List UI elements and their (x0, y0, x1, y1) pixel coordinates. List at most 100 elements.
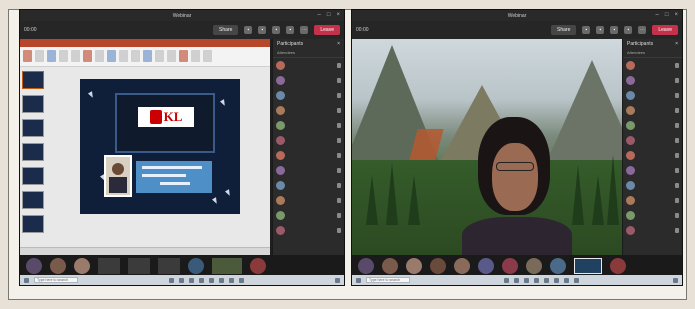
slide-thumbnail[interactable] (22, 143, 44, 161)
ribbon-button[interactable] (47, 50, 56, 62)
participant-tile[interactable] (430, 258, 446, 274)
people-icon[interactable]: ▪ (610, 26, 619, 34)
participant-item[interactable] (623, 208, 682, 223)
windows-start-icon[interactable] (356, 277, 361, 283)
participant-item[interactable] (623, 163, 682, 178)
participant-tile[interactable] (212, 258, 242, 274)
participant-tile[interactable] (188, 258, 204, 274)
left-leave-button[interactable]: Leave (314, 25, 340, 35)
participant-item[interactable] (273, 178, 344, 193)
people-icon[interactable]: ▪ (272, 26, 281, 34)
participant-tile[interactable] (158, 258, 180, 274)
camera-icon[interactable]: ▪ (582, 26, 591, 34)
more-icon[interactable]: ⋯ (638, 26, 647, 34)
participant-tile[interactable] (382, 258, 398, 274)
participant-tile[interactable] (502, 258, 518, 274)
participant-item[interactable] (623, 133, 682, 148)
ribbon-button[interactable] (95, 50, 104, 62)
taskbar-app-icon[interactable] (564, 277, 569, 283)
participant-item[interactable] (623, 58, 682, 73)
taskbar-app-icon[interactable] (574, 277, 579, 283)
ribbon-button[interactable] (107, 50, 116, 62)
mic-icon[interactable]: ▪ (596, 26, 605, 34)
chat-icon[interactable]: ▪ (286, 26, 295, 34)
shared-screen-tile[interactable] (574, 258, 602, 274)
participant-item[interactable] (623, 103, 682, 118)
minimize-icon[interactable]: – (656, 12, 659, 18)
participant-tile[interactable] (478, 258, 494, 274)
slide-thumbnail[interactable] (22, 119, 44, 137)
windows-start-icon[interactable] (24, 277, 29, 283)
close-panel-icon[interactable]: × (337, 41, 340, 47)
taskbar-app-icon[interactable] (179, 277, 184, 283)
ribbon-button[interactable] (179, 50, 188, 62)
participant-item[interactable] (623, 148, 682, 163)
slide-thumbnail[interactable] (22, 167, 44, 185)
ribbon-button[interactable] (71, 50, 80, 62)
right-share-button[interactable]: Share (551, 25, 577, 35)
participant-item[interactable] (623, 223, 682, 238)
ribbon-button[interactable] (35, 50, 44, 62)
close-icon[interactable]: × (336, 12, 340, 18)
taskbar-app-icon[interactable] (524, 277, 529, 283)
mic-icon[interactable]: ▪ (258, 26, 267, 34)
participant-item[interactable] (273, 148, 344, 163)
taskbar-app-icon[interactable] (229, 277, 234, 283)
ribbon-button[interactable] (131, 50, 140, 62)
taskbar-app-icon[interactable] (169, 277, 174, 283)
maximize-icon[interactable]: □ (665, 12, 669, 18)
participant-item[interactable] (623, 118, 682, 133)
taskbar-app-icon[interactable] (544, 277, 549, 283)
participant-item[interactable] (273, 58, 344, 73)
slide-thumbnail[interactable] (22, 71, 44, 89)
ribbon-button[interactable] (59, 50, 68, 62)
participant-tile[interactable] (358, 258, 374, 274)
taskbar-app-icon[interactable] (239, 277, 244, 283)
ribbon-button[interactable] (155, 50, 164, 62)
taskbar-app-icon[interactable] (504, 277, 509, 283)
participant-item[interactable] (273, 208, 344, 223)
taskbar-app-icon[interactable] (514, 277, 519, 283)
participant-item[interactable] (273, 88, 344, 103)
participant-tile[interactable] (128, 258, 150, 274)
participant-item[interactable] (273, 73, 344, 88)
system-tray-icon[interactable] (335, 277, 340, 283)
close-panel-icon[interactable]: × (675, 41, 678, 47)
participant-tile[interactable] (98, 258, 120, 274)
participant-tile[interactable] (406, 258, 422, 274)
participant-item[interactable] (273, 103, 344, 118)
participant-tile[interactable] (50, 258, 66, 274)
participant-tile[interactable] (250, 258, 266, 274)
ribbon-button[interactable] (143, 50, 152, 62)
ribbon-button[interactable] (191, 50, 200, 62)
right-leave-button[interactable]: Leave (652, 25, 678, 35)
ribbon-button[interactable] (119, 50, 128, 62)
participant-item[interactable] (623, 73, 682, 88)
taskbar-search-box[interactable]: Type here to search (34, 277, 78, 283)
taskbar-app-icon[interactable] (534, 277, 539, 283)
participant-tile[interactable] (526, 258, 542, 274)
taskbar-app-icon[interactable] (189, 277, 194, 283)
taskbar-app-icon[interactable] (219, 277, 224, 283)
ribbon-button[interactable] (167, 50, 176, 62)
participant-tile[interactable] (26, 258, 42, 274)
maximize-icon[interactable]: □ (327, 12, 331, 18)
more-icon[interactable]: ⋯ (300, 26, 309, 34)
ribbon-button[interactable] (203, 50, 212, 62)
participant-item[interactable] (623, 193, 682, 208)
ribbon-button[interactable] (23, 50, 32, 62)
participant-item[interactable] (273, 223, 344, 238)
participant-tile[interactable] (454, 258, 470, 274)
left-share-button[interactable]: Share (213, 25, 239, 35)
participant-tile[interactable] (74, 258, 90, 274)
slide-thumbnail[interactable] (22, 191, 44, 209)
close-icon[interactable]: × (674, 12, 678, 18)
ribbon-button[interactable] (83, 50, 92, 62)
taskbar-search-box[interactable]: Type here to search (366, 277, 410, 283)
participant-item[interactable] (623, 88, 682, 103)
system-tray-icon[interactable] (673, 277, 678, 283)
participant-tile[interactable] (550, 258, 566, 274)
slide-thumbnail[interactable] (22, 95, 44, 113)
camera-icon[interactable]: ▪ (244, 26, 253, 34)
taskbar-app-icon[interactable] (199, 277, 204, 283)
